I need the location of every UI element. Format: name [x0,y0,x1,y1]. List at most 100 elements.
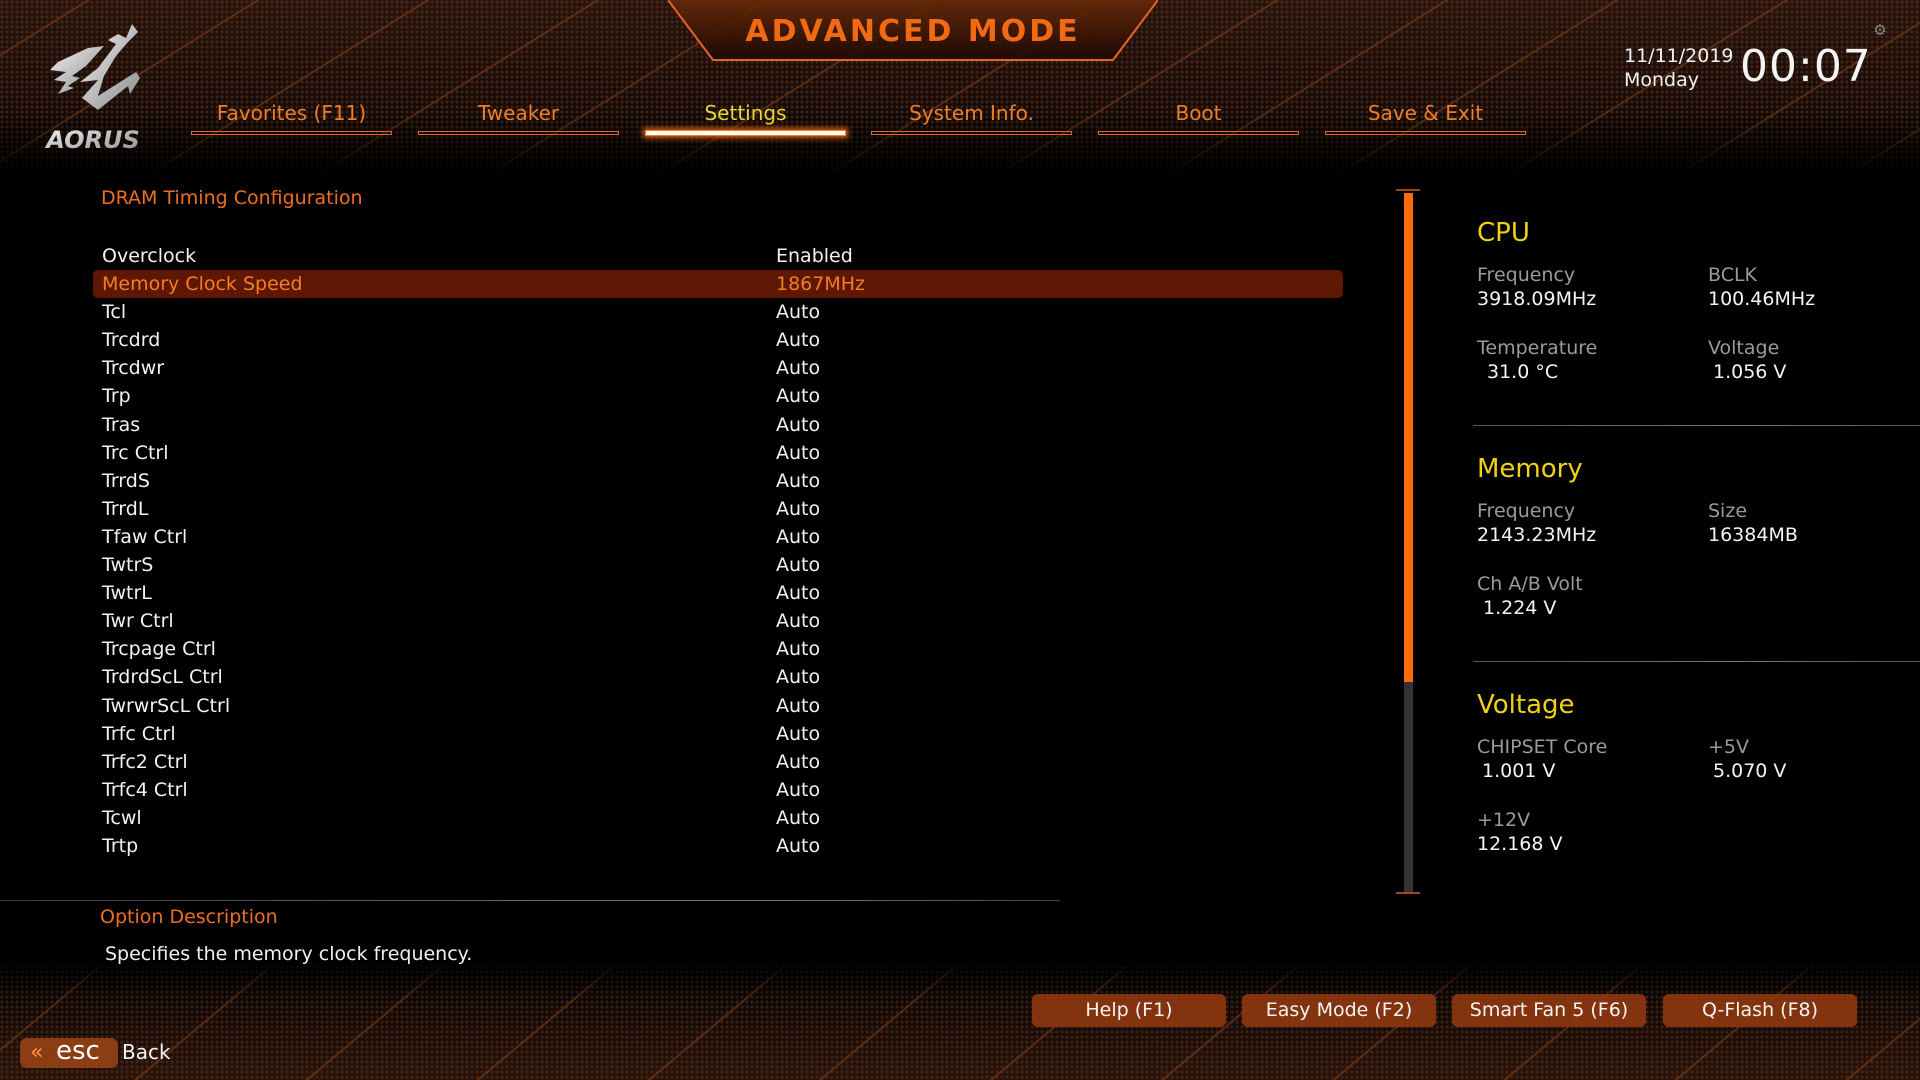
setting-row[interactable]: Memory Clock Speed 1867MHz [93,270,1343,299]
esc-button[interactable]: « esc [20,1036,118,1068]
setting-value[interactable]: Auto [776,663,820,691]
setting-name: Trcdrd [102,329,161,352]
setting-value[interactable]: Auto [776,523,820,551]
setting-value[interactable]: Auto [776,579,820,607]
cpu-voltage-value: 1.056 V [1713,361,1787,383]
setting-value[interactable]: Auto [776,495,820,523]
setting-name: Trfc4 Ctrl [102,778,188,801]
setting-row[interactable]: TwrwrScL Ctrl Auto [93,692,1343,720]
voltage-title: Voltage [1477,690,1575,720]
cpu-temperature-label: Temperature [1477,337,1598,359]
scrollbar-bottom-cap [1396,892,1420,894]
tab-system-info[interactable]: System Info. [871,98,1072,140]
setting-value[interactable]: Auto [776,720,820,748]
setting-row[interactable]: Trfc Ctrl Auto [93,720,1343,748]
description-divider [0,900,1060,901]
scrollbar-thumb[interactable] [1404,193,1413,683]
setting-row[interactable]: Trtp Auto [93,832,1343,860]
setting-name: Tcl [102,301,127,324]
tab-label: Favorites (F11) [216,101,367,125]
tab-underline [1098,131,1299,135]
tab-label: Save & Exit [1367,101,1484,125]
setting-name: Memory Clock Speed [102,273,303,296]
v5-label: +5V [1708,736,1750,758]
smart-fan-button[interactable]: Smart Fan 5 (F6) [1452,994,1646,1027]
tab-settings[interactable]: Settings [645,98,846,140]
tab-label: Tweaker [477,101,560,125]
v12-label: +12V [1477,809,1531,831]
v5-value: 5.070 V [1713,760,1787,782]
cpu-temperature-value: 31.0 °C [1487,361,1559,383]
setting-row[interactable]: Tfaw Ctrl Auto [93,523,1343,551]
setting-name: Twr Ctrl [102,610,174,633]
tab-save-exit[interactable]: Save & Exit [1325,98,1526,140]
setting-value[interactable]: Auto [776,382,820,410]
setting-value[interactable]: Auto [776,354,820,382]
setting-value[interactable]: Auto [776,692,820,720]
brand-text: AORUS [44,126,140,154]
memory-volt-label: Ch A/B Volt [1477,573,1583,595]
setting-name: Trcpage Ctrl [102,638,216,661]
tab-tweaker[interactable]: Tweaker [418,98,619,140]
setting-value[interactable]: Enabled [776,242,853,270]
tab-favorites[interactable]: Favorites (F11) [191,98,392,140]
aorus-logo: AORUS [28,16,158,156]
setting-row[interactable]: TrrdL Auto [93,495,1343,523]
setting-row[interactable]: Twr Ctrl Auto [93,607,1343,635]
setting-value[interactable]: Auto [776,776,820,804]
setting-row[interactable]: Tcwl Auto [93,804,1343,832]
setting-row[interactable]: Overclock Enabled [93,242,1343,270]
setting-value[interactable]: Auto [776,804,820,832]
setting-row[interactable]: Trcdwr Auto [93,354,1343,382]
help-button[interactable]: Help (F1) [1032,994,1226,1027]
memory-size-value: 16384MB [1708,524,1798,546]
setting-value[interactable]: Auto [776,551,820,579]
setting-row[interactable]: Trcdrd Auto [93,326,1343,354]
setting-value[interactable]: Auto [776,411,820,439]
setting-value[interactable]: Auto [776,326,820,354]
chipset-core-value: 1.001 V [1482,760,1556,782]
gear-icon[interactable]: ⚙ [1872,22,1888,38]
setting-row[interactable]: TrdrdScL Ctrl Auto [93,663,1343,691]
cpu-bclk-value: 100.46MHz [1708,288,1816,310]
setting-name: TwtrL [102,582,152,605]
q-flash-button[interactable]: Q-Flash (F8) [1663,994,1857,1027]
setting-name: TwrwrScL Ctrl [102,694,231,717]
page-title: ADVANCED MODE [745,14,1081,49]
date-text: 11/11/2019 [1624,45,1734,67]
setting-value[interactable]: 1867MHz [776,270,865,298]
easy-mode-button[interactable]: Easy Mode (F2) [1242,994,1436,1027]
tab-label: Boot [1175,101,1222,125]
scrollbar[interactable] [1404,193,1413,892]
setting-value[interactable]: Auto [776,467,820,495]
setting-row[interactable]: Trp Auto [93,382,1343,410]
setting-value[interactable]: Auto [776,832,820,860]
memory-frequency-label: Frequency [1477,500,1576,522]
setting-name: TrdrdScL Ctrl [102,666,223,689]
setting-name: Trc Ctrl [102,441,169,464]
setting-row[interactable]: TwtrL Auto [93,579,1343,607]
setting-name: Tras [102,413,141,436]
day-text: Monday [1624,69,1700,91]
setting-name: Tcwl [102,806,142,829]
cpu-voltage-label: Voltage [1708,337,1780,359]
cpu-frequency-label: Frequency [1477,264,1576,286]
setting-row[interactable]: TrrdS Auto [93,467,1343,495]
double-chevron-left-icon: « [30,1040,44,1065]
setting-row[interactable]: Tras Auto [93,411,1343,439]
setting-value[interactable]: Auto [776,635,820,663]
tab-boot[interactable]: Boot [1098,98,1299,140]
setting-value[interactable]: Auto [776,298,820,326]
setting-row[interactable]: Trc Ctrl Auto [93,439,1343,467]
setting-row[interactable]: Trfc4 Ctrl Auto [93,776,1343,804]
setting-value[interactable]: Auto [776,748,820,776]
setting-row[interactable]: Tcl Auto [93,298,1343,326]
setting-name: Tfaw Ctrl [102,525,188,548]
setting-row[interactable]: Trcpage Ctrl Auto [93,635,1343,663]
section-title: DRAM Timing Configuration [101,187,363,209]
setting-value[interactable]: Auto [776,439,820,467]
setting-row[interactable]: TwtrS Auto [93,551,1343,579]
tab-label: Settings [704,101,787,125]
setting-value[interactable]: Auto [776,607,820,635]
setting-row[interactable]: Trfc2 Ctrl Auto [93,748,1343,776]
